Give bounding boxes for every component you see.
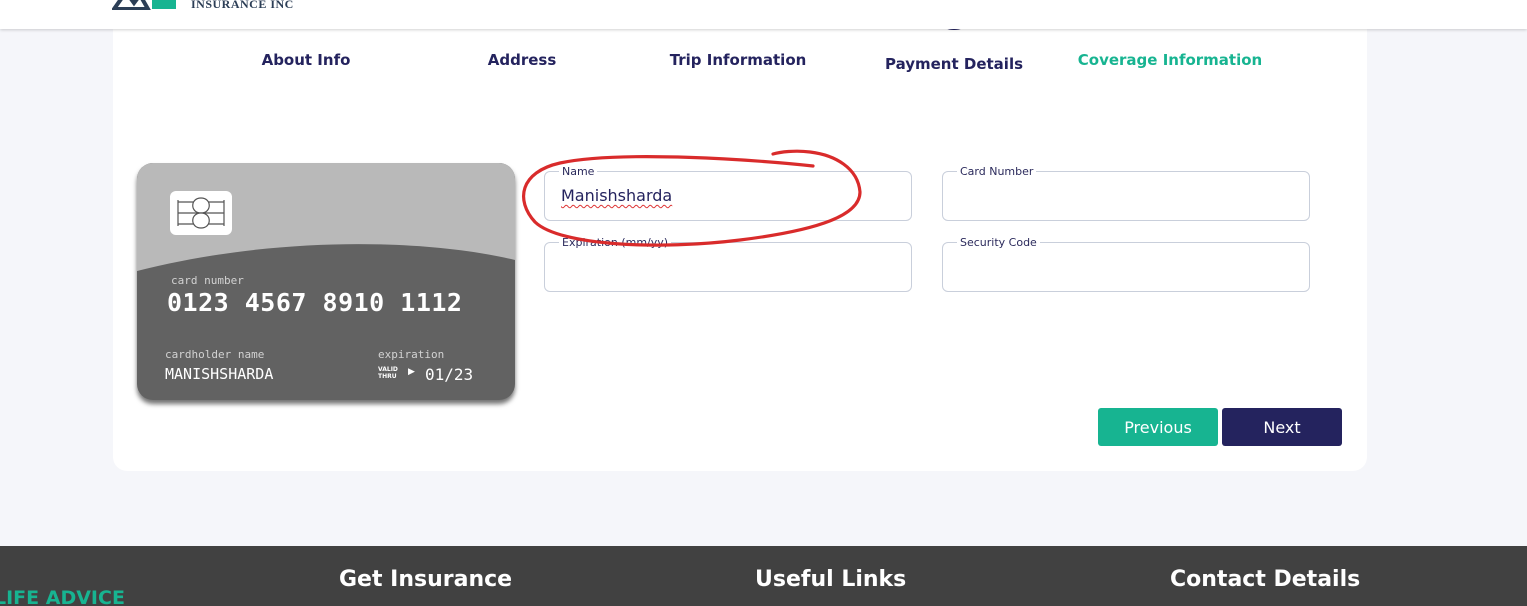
previous-button[interactable]: Previous [1098, 408, 1218, 446]
cardholder-caption: cardholder name [165, 348, 265, 361]
expiration-display: 01/23 [425, 365, 474, 384]
footer-useful-links-heading: Useful Links [755, 567, 907, 592]
cardholder-display: MANISHSHARDA [165, 365, 274, 383]
expiration-caption: expiration [378, 348, 445, 361]
valid-text: VALID [378, 366, 398, 373]
step-trip-information-label[interactable]: Trip Information [670, 51, 807, 69]
chip-icon [170, 191, 232, 235]
footer-contact-details-heading: Contact Details [1170, 567, 1361, 592]
name-field-value[interactable]: Manishsharda [561, 186, 672, 205]
credit-card-preview: card number 0123 4567 8910 1112 cardhold… [137, 163, 515, 400]
company-logo[interactable] [112, 0, 178, 10]
expiration-field-label: Expiration (mm/yy) [559, 236, 672, 249]
card-number-field[interactable]: Card Number [942, 165, 1310, 221]
expiration-field[interactable]: Expiration (mm/yy) [544, 236, 912, 292]
card-number-display: 0123 4567 8910 1112 [167, 288, 463, 317]
name-field-label: Name [559, 165, 598, 178]
thru-text: THRU [378, 373, 397, 380]
step-payment-details-label[interactable]: Payment Details [885, 55, 1023, 73]
site-footer: LIFE ADVICE Get Insurance Useful Links C… [0, 546, 1527, 606]
step-address-label[interactable]: Address [488, 51, 557, 69]
site-header: INSURANCE INC [0, 0, 1527, 29]
security-code-field-label: Security Code [957, 236, 1040, 249]
footer-get-insurance-heading: Get Insurance [339, 567, 513, 592]
play-arrow-icon: ▶ [408, 366, 415, 376]
security-code-field[interactable]: Security Code [942, 236, 1310, 292]
next-button[interactable]: Next [1222, 408, 1342, 446]
card-number-field-label: Card Number [957, 165, 1037, 178]
step-about-info-label[interactable]: About Info [262, 51, 351, 69]
card-number-caption: card number [171, 274, 244, 287]
step-coverage-information-label[interactable]: Coverage Information [1078, 51, 1262, 69]
footer-life-advice[interactable]: LIFE ADVICE [0, 587, 125, 606]
valid-thru-caption: VALID THRU [378, 366, 398, 380]
company-subtitle: INSURANCE INC [191, 0, 294, 11]
name-field[interactable]: Name Manishsharda [544, 165, 912, 221]
